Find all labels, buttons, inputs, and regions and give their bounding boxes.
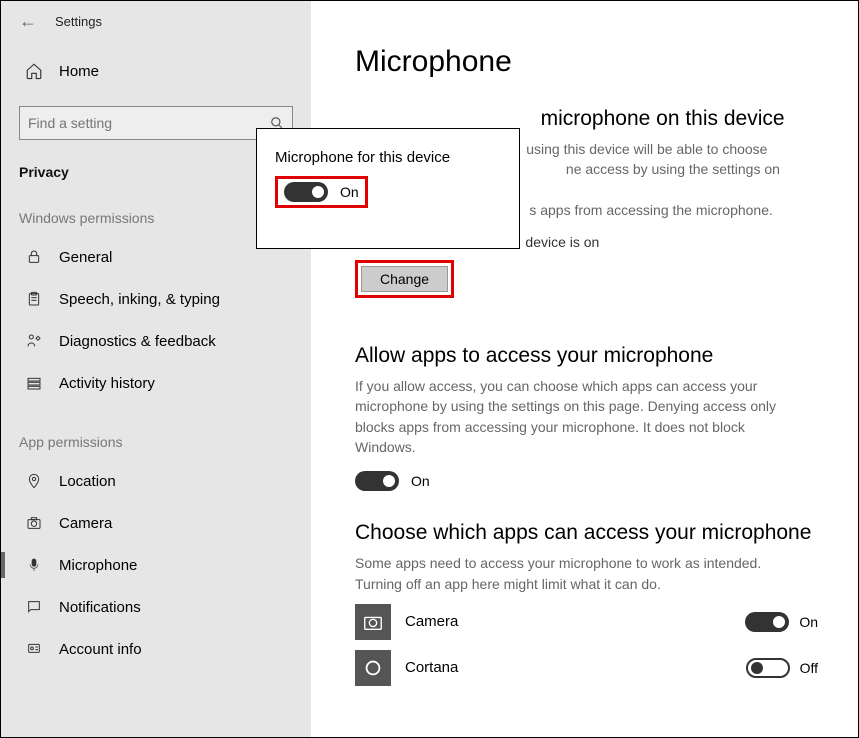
allow-apps-toggle-label: On bbox=[411, 473, 430, 489]
lock-icon bbox=[25, 248, 43, 266]
allow-apps-toggle[interactable] bbox=[355, 471, 399, 491]
content-pane: Microphone Allow access to the microphon… bbox=[311, 1, 858, 737]
app-row-cortana: Cortana Off bbox=[355, 650, 818, 686]
change-button-highlight: Change bbox=[355, 260, 454, 298]
device-microphone-popup: Microphone for this device On bbox=[256, 128, 520, 249]
section2-desc: If you allow access, you can choose whic… bbox=[355, 376, 795, 457]
popup-toggle-highlight: On bbox=[275, 176, 368, 208]
sidebar: ← Settings Home Privacy Windows permissi… bbox=[1, 1, 311, 737]
sidebar-item-activity[interactable]: Activity history bbox=[1, 362, 311, 404]
notifications-icon bbox=[25, 598, 43, 616]
device-microphone-toggle-label: On bbox=[340, 184, 359, 200]
sidebar-label: Camera bbox=[59, 515, 112, 532]
camera-app-toggle[interactable] bbox=[745, 612, 789, 632]
sidebar-item-camera[interactable]: Camera bbox=[1, 502, 311, 544]
sidebar-item-microphone[interactable]: Microphone bbox=[1, 544, 311, 586]
app-name-camera: Camera bbox=[405, 613, 731, 630]
sidebar-home[interactable]: Home bbox=[1, 32, 311, 92]
history-icon bbox=[25, 374, 43, 392]
section3-desc: Some apps need to access your microphone… bbox=[355, 553, 795, 594]
change-button[interactable]: Change bbox=[361, 266, 448, 292]
sidebar-label: Notifications bbox=[59, 599, 141, 616]
cortana-app-toggle[interactable] bbox=[746, 658, 790, 678]
sidebar-item-notifications[interactable]: Notifications bbox=[1, 586, 311, 628]
search-input-container[interactable] bbox=[19, 106, 293, 140]
sidebar-item-location[interactable]: Location bbox=[1, 460, 311, 502]
app-name-cortana: Cortana bbox=[405, 659, 732, 676]
window-title: Settings bbox=[55, 14, 102, 29]
sidebar-label: Activity history bbox=[59, 375, 155, 392]
device-microphone-toggle[interactable] bbox=[284, 182, 328, 202]
cortana-app-toggle-label: Off bbox=[800, 660, 818, 676]
microphone-icon bbox=[25, 556, 43, 574]
section2-title: Allow apps to access your microphone bbox=[355, 344, 818, 368]
sidebar-item-diagnostics[interactable]: Diagnostics & feedback bbox=[1, 320, 311, 362]
sidebar-label: Microphone bbox=[59, 557, 137, 574]
camera-app-toggle-label: On bbox=[799, 614, 818, 630]
app-permissions-heading: App permissions bbox=[1, 404, 311, 460]
sidebar-home-label: Home bbox=[59, 63, 99, 80]
camera-app-icon bbox=[355, 604, 391, 640]
search-input[interactable] bbox=[28, 115, 270, 131]
cortana-app-icon bbox=[355, 650, 391, 686]
sidebar-label: Account info bbox=[59, 641, 142, 658]
home-icon bbox=[25, 62, 43, 80]
section3-title: Choose which apps can access your microp… bbox=[355, 521, 818, 545]
clipboard-icon bbox=[25, 290, 43, 308]
sidebar-label: Location bbox=[59, 473, 116, 490]
sidebar-item-speech[interactable]: Speech, inking, & typing bbox=[1, 278, 311, 320]
sidebar-label: General bbox=[59, 249, 112, 266]
app-row-camera: Camera On bbox=[355, 604, 818, 640]
location-icon bbox=[25, 472, 43, 490]
sidebar-label: Diagnostics & feedback bbox=[59, 333, 216, 350]
account-icon bbox=[25, 640, 43, 658]
page-title: Microphone bbox=[355, 45, 818, 79]
sidebar-label: Speech, inking, & typing bbox=[59, 291, 220, 308]
sidebar-item-account[interactable]: Account info bbox=[1, 628, 311, 670]
feedback-icon bbox=[25, 332, 43, 350]
camera-icon bbox=[25, 514, 43, 532]
popup-title: Microphone for this device bbox=[275, 149, 501, 166]
back-arrow-icon[interactable]: ← bbox=[19, 11, 37, 32]
